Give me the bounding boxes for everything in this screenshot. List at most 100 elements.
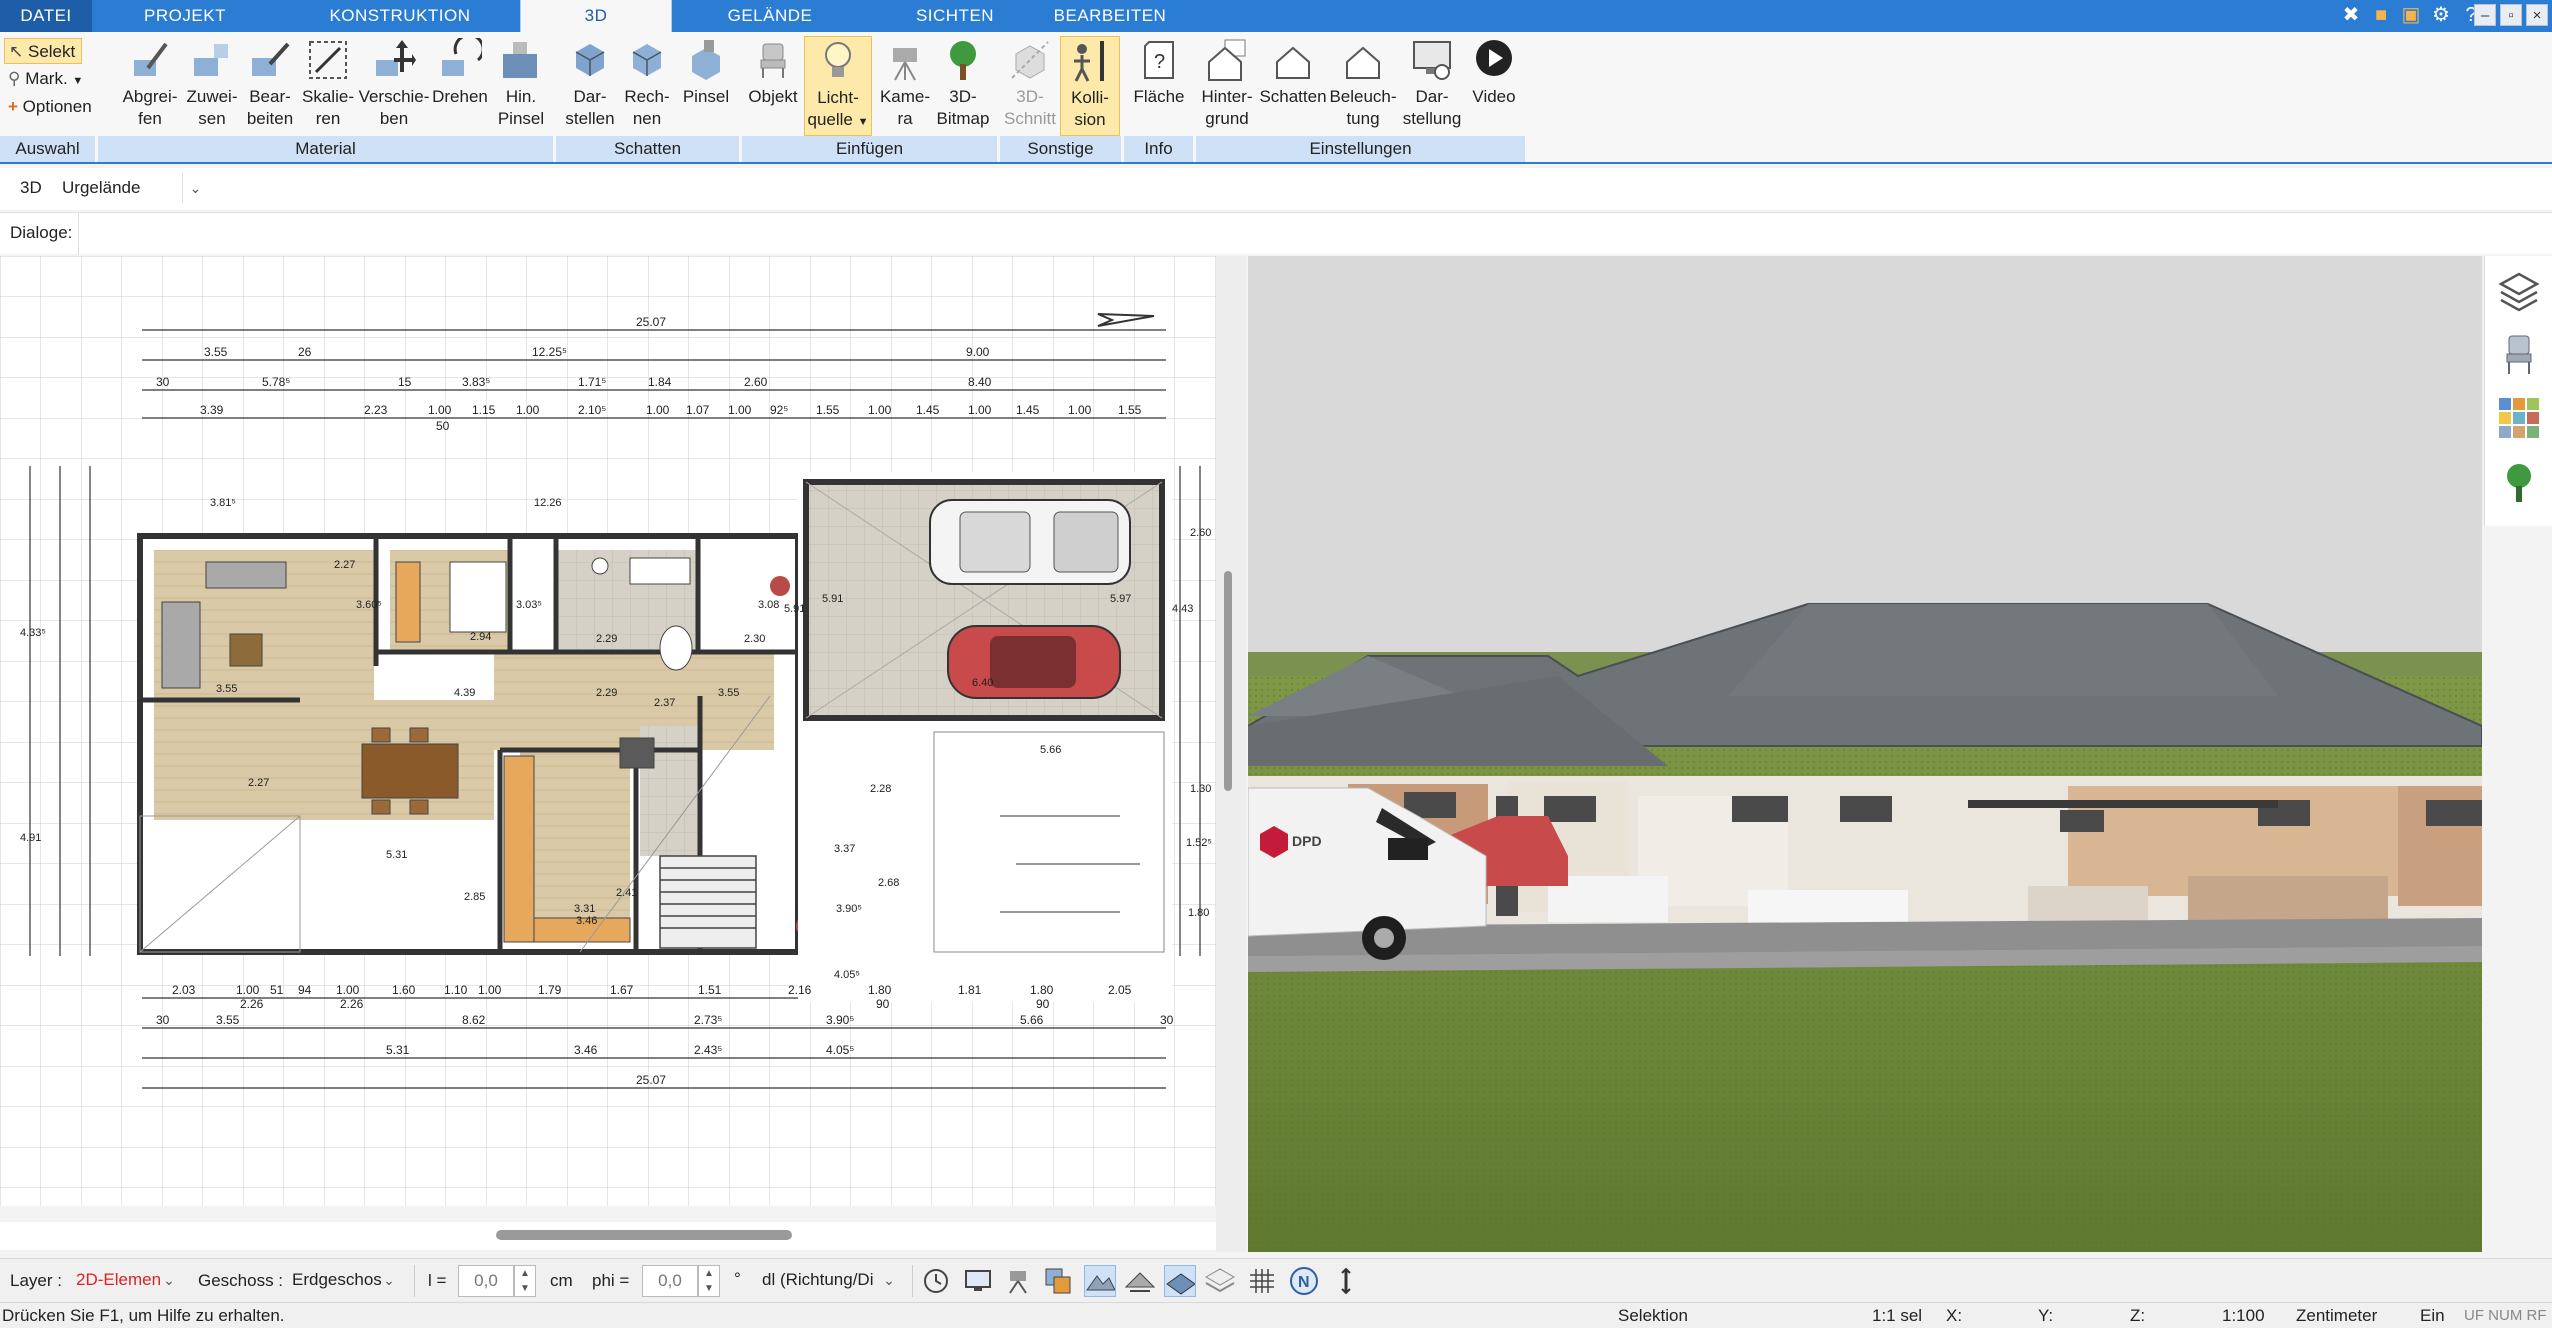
kamera-button[interactable]: Kame-ra	[874, 36, 936, 136]
tab-konstruktion[interactable]: KONSTRUKTION	[300, 0, 500, 32]
north-compass-icon[interactable]: N	[1288, 1265, 1320, 1297]
svg-text:1.79: 1.79	[538, 983, 562, 997]
svg-text:3.90⁵: 3.90⁵	[826, 1013, 854, 1027]
svg-text:4.39: 4.39	[454, 687, 475, 699]
abgreifen-button[interactable]: Abgrei-fen	[118, 36, 182, 136]
eyedropper-icon	[134, 42, 168, 76]
svg-text:90: 90	[876, 997, 890, 1011]
length-input[interactable]: 0,0	[458, 1265, 514, 1297]
selekt-button[interactable]: ↖ Selekt	[4, 38, 82, 64]
length-spinner[interactable]: ▲ ▼	[514, 1265, 536, 1297]
zuweisen-button[interactable]: Zuwei-sen	[180, 36, 244, 136]
svg-text:?: ?	[1154, 51, 1165, 73]
svg-text:30: 30	[1160, 1013, 1174, 1027]
horizontal-scrollbar[interactable]	[0, 1222, 1216, 1250]
svg-text:3.55: 3.55	[216, 1013, 240, 1027]
beleuchtung-button[interactable]: Beleuch-tung	[1326, 36, 1400, 136]
terrain-select[interactable]: Urgelände ⌄	[52, 173, 208, 205]
tree-icon[interactable]	[2497, 460, 2541, 504]
3d-bitmap-button[interactable]: 3D- Bitmap	[932, 36, 994, 136]
mark-button[interactable]: ⚲ Mark. ▼	[4, 66, 83, 92]
svg-text:1.15: 1.15	[472, 403, 496, 417]
vertical-scroll-thumb[interactable]	[1224, 571, 1232, 791]
tab-gelaende[interactable]: GELÄNDE	[690, 0, 850, 32]
3d-schnitt-button[interactable]: 3D- Schnitt	[1000, 36, 1060, 136]
tab-sichten[interactable]: SICHTEN	[880, 0, 1030, 32]
skalieren-button[interactable]: Skalie-ren	[298, 36, 358, 136]
layers-stack-icon[interactable]	[1204, 1265, 1236, 1297]
direction-select[interactable]: dl (Richtung/Di ⌄	[752, 1265, 902, 1297]
hin-pinsel-button[interactable]: Hin. Pinsel	[490, 36, 552, 136]
clock-icon[interactable]	[920, 1265, 952, 1297]
objekt-button[interactable]: Objekt	[742, 36, 804, 136]
svg-text:2.60: 2.60	[744, 375, 768, 389]
svg-text:5.66: 5.66	[1020, 1013, 1044, 1027]
background-house-icon	[1208, 39, 1246, 81]
chevron-down-icon: ⌄	[883, 1272, 895, 1288]
screen-icon[interactable]: ▣	[2400, 4, 2422, 26]
label: Kolli-	[1071, 88, 1109, 107]
svg-text:2.85: 2.85	[464, 891, 485, 903]
label: Licht-	[817, 88, 859, 107]
label: Verschie-	[358, 87, 430, 106]
light-bulb-icon	[825, 42, 851, 77]
hintergrund-button[interactable]: Hinter-grund	[1196, 36, 1258, 136]
label: sen	[198, 109, 226, 128]
label: Video	[1472, 87, 1516, 106]
svg-text:1.10: 1.10	[444, 983, 468, 997]
3d-viewport[interactable]: DPD	[1248, 256, 2482, 1252]
optionen-button[interactable]: + Optionen	[4, 94, 92, 120]
rechnen-button[interactable]: Rech-nen	[618, 36, 676, 136]
darstellung-button[interactable]: Dar-stellung	[1400, 36, 1464, 136]
tab-3d[interactable]: 3D	[520, 0, 672, 32]
svg-text:3.83⁵: 3.83⁵	[462, 375, 490, 389]
svg-text:1.52⁵: 1.52⁵	[1186, 837, 1212, 849]
chair-icon[interactable]	[2497, 332, 2541, 376]
floor-plan-canvas[interactable]: 25.07 3.55 26 12.25⁵ 9.00 30 5.78⁵ 1.71⁵…	[0, 256, 1216, 1206]
restore-button[interactable]: ▫	[2500, 4, 2522, 26]
optionen-label: Optionen	[22, 97, 92, 116]
walls-view-icon[interactable]	[1124, 1265, 1156, 1297]
tab-bearbeiten[interactable]: BEARBEITEN	[1040, 0, 1180, 32]
verschieben-button[interactable]: Verschie-ben	[358, 36, 430, 136]
tools-icon[interactable]: ✖	[2340, 4, 2362, 26]
close-button[interactable]: ×	[2526, 4, 2548, 26]
flaeche-button[interactable]: ? Fläche	[1126, 36, 1192, 136]
svg-text:1.71⁵: 1.71⁵	[578, 375, 606, 389]
copy-view-icon[interactable]	[1042, 1265, 1074, 1297]
lichtquelle-button[interactable]: Licht-quelle ▼	[804, 36, 872, 136]
bearbeiten-button[interactable]: Bear-beiten	[240, 36, 300, 136]
tab-datei[interactable]: DATEI	[0, 0, 92, 32]
edit-material-icon	[252, 42, 290, 76]
pinsel-button[interactable]: Pinsel	[676, 36, 736, 136]
horizontal-scroll-thumb[interactable]	[496, 1230, 792, 1240]
floor-view-icon[interactable]	[1164, 1265, 1196, 1297]
grid-icon[interactable]	[1246, 1265, 1278, 1297]
svg-text:25.07: 25.07	[636, 1073, 666, 1087]
schatten-button[interactable]: Schatten	[1258, 36, 1328, 136]
label: Zuwei-	[186, 87, 238, 106]
terrain-view-icon[interactable]	[1084, 1265, 1116, 1297]
divider	[414, 1265, 415, 1297]
phi-input[interactable]: 0,0	[642, 1265, 698, 1297]
layers-icon[interactable]	[2497, 270, 2541, 314]
darstellen-button[interactable]: Dar-stellen	[560, 36, 620, 136]
tab-projekt[interactable]: PROJEKT	[100, 0, 270, 32]
monitor-icon[interactable]	[962, 1265, 994, 1297]
height-indicator-icon[interactable]	[1330, 1265, 1362, 1297]
cube-icon[interactable]: ■	[2370, 4, 2392, 26]
video-button[interactable]: Video	[1464, 36, 1524, 136]
settings-icon[interactable]: ⚙	[2430, 4, 2452, 26]
kollision-button[interactable]: Kolli-sion	[1060, 36, 1120, 136]
geschoss-select[interactable]: Erdgeschos ⌄	[282, 1265, 402, 1297]
selekt-label: Selekt	[27, 42, 76, 61]
layer-select[interactable]: 2D-Elemen ⌄	[66, 1265, 182, 1297]
3d-side-toolbar	[2484, 256, 2552, 526]
svg-text:1.81: 1.81	[958, 983, 982, 997]
materials-palette-icon[interactable]	[2497, 396, 2541, 440]
drehen-button[interactable]: Drehen	[428, 36, 492, 136]
camera-path-icon[interactable]	[1002, 1265, 1034, 1297]
panel-splitter[interactable]	[1216, 256, 1246, 1252]
phi-spinner[interactable]: ▲ ▼	[698, 1265, 720, 1297]
minimize-button[interactable]: –	[2474, 4, 2496, 26]
